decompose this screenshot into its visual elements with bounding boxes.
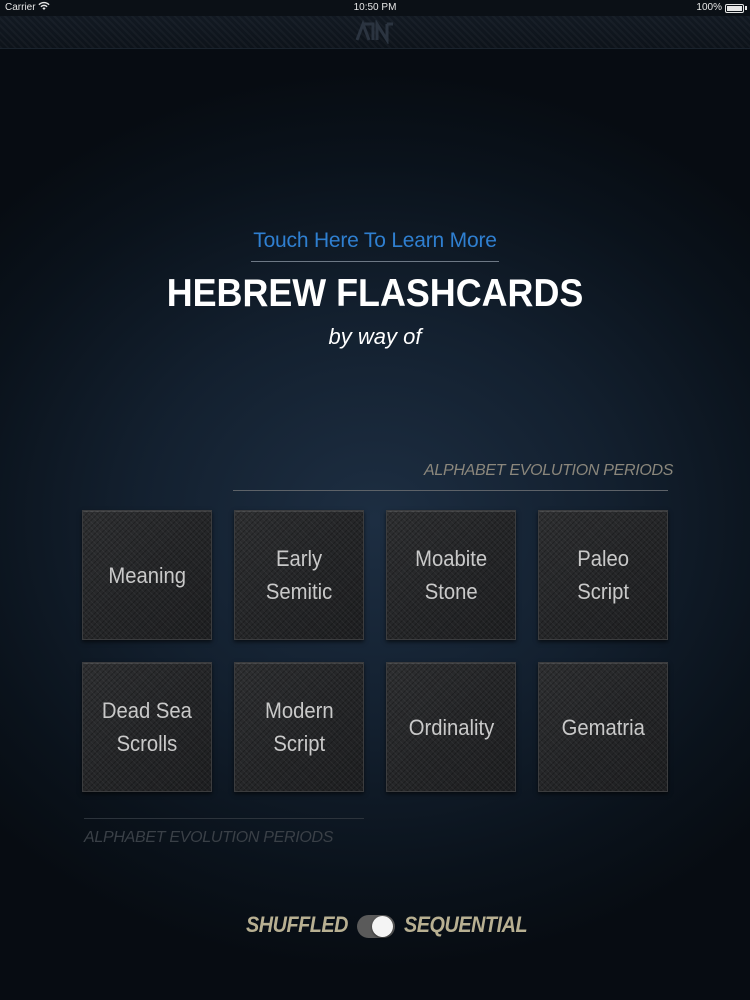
card-label: Gematria <box>561 714 645 740</box>
card-early-semitic[interactable]: Early Semitic <box>234 510 364 640</box>
card-label: Ordinality <box>408 714 494 740</box>
card-moabite-stone[interactable]: Moabite Stone <box>386 510 516 640</box>
section-label-top: ALPHABET EVOLUTION PERIODS <box>424 462 674 479</box>
section-label-bottom: ALPHABET EVOLUTION PERIODS <box>84 829 334 846</box>
card-label: Early Semitic <box>265 546 333 604</box>
card-gematria[interactable]: Gematria <box>538 662 668 792</box>
card-label: Paleo Script <box>577 546 629 604</box>
toggle-knob <box>372 916 393 937</box>
sequential-label: SEQUENTIAL <box>404 912 528 937</box>
app-title: HEBREW FLASHCARDS <box>166 272 584 315</box>
card-paleo-script[interactable]: Paleo Script <box>538 510 668 640</box>
card-label: Modern Script <box>264 698 334 756</box>
battery-percent: 100% <box>696 2 722 13</box>
learn-more-underline <box>251 261 499 262</box>
card-ordinality[interactable]: Ordinality <box>386 662 516 792</box>
card-label: Meaning <box>108 562 186 588</box>
shuffled-label: SHUFFLED <box>246 912 348 937</box>
section-divider-bottom <box>84 818 364 819</box>
card-meaning[interactable]: Meaning <box>82 510 212 640</box>
status-bar: Carrier 10:50 PM 100% <box>0 0 750 16</box>
card-modern-script[interactable]: Modern Script <box>234 662 364 792</box>
order-mode-toggle[interactable] <box>357 915 395 938</box>
status-time: 10:50 PM <box>353 2 397 13</box>
app-subtitle: by way of <box>328 324 422 349</box>
card-label: Moabite Stone <box>414 546 488 604</box>
card-dead-sea-scrolls[interactable]: Dead Sea Scrolls <box>82 662 212 792</box>
battery-icon <box>725 4 744 13</box>
learn-more-link[interactable]: Touch Here To Learn More <box>200 229 550 253</box>
section-divider-top <box>233 490 668 491</box>
card-label: Dead Sea Scrolls <box>101 698 193 756</box>
battery-tip <box>745 6 747 10</box>
app-logo-icon <box>354 18 396 46</box>
